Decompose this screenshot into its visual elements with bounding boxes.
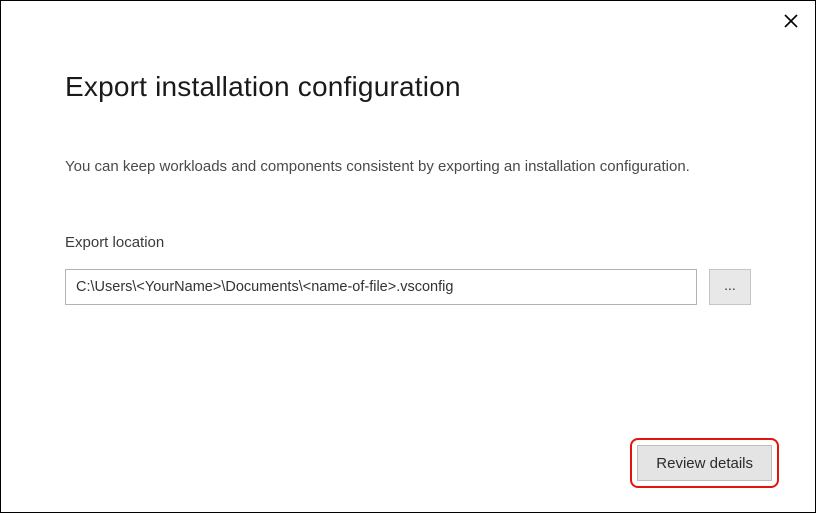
review-details-button[interactable]: Review details: [637, 445, 772, 481]
dialog-description: You can keep workloads and components co…: [65, 155, 705, 178]
export-location-label: Export location: [65, 234, 751, 251]
dialog-footer: Review details: [630, 438, 779, 488]
dialog-title: Export installation configuration: [65, 71, 751, 103]
dialog-body: Export installation configuration You ca…: [1, 1, 815, 305]
export-location-row: ...: [65, 269, 751, 305]
browse-button[interactable]: ...: [709, 269, 751, 305]
review-button-highlight: Review details: [630, 438, 779, 488]
close-button[interactable]: [779, 9, 803, 33]
export-location-input[interactable]: [65, 269, 697, 305]
close-icon: [784, 14, 798, 28]
